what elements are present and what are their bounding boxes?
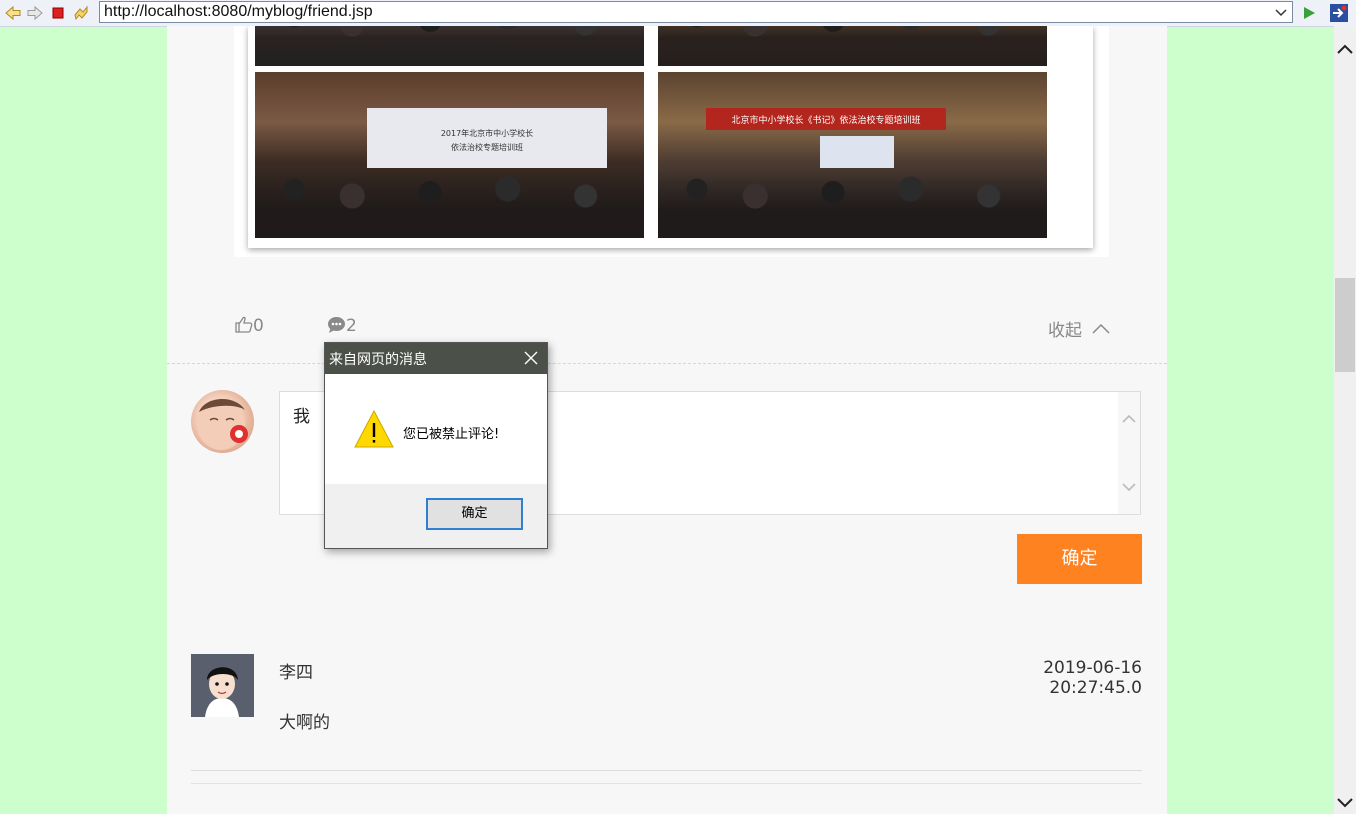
current-user-avatar <box>191 390 254 453</box>
stop-icon[interactable] <box>48 3 68 23</box>
thumbs-up-icon <box>235 316 253 333</box>
submit-comment-button[interactable]: 确定 <box>1017 534 1142 584</box>
screen-subtitle: 依法治校专题培训班 <box>451 143 523 152</box>
comment-author[interactable]: 李四 <box>279 658 313 683</box>
photo-top-left <box>255 26 644 66</box>
comment-count: 2 <box>346 316 357 336</box>
projection-screen: 2017年北京市中小学校长 依法治校专题培训班 <box>367 108 607 168</box>
scroll-down-icon[interactable] <box>1118 476 1140 498</box>
dialog-message: 您已被禁止评论! <box>403 427 500 442</box>
comment-bubble-icon <box>328 317 345 333</box>
scroll-up-icon[interactable] <box>1334 40 1356 60</box>
section-divider <box>167 363 1167 364</box>
chevron-down-icon[interactable] <box>1274 5 1288 19</box>
close-icon[interactable] <box>524 351 538 365</box>
back-icon[interactable] <box>3 3 23 23</box>
browser-toolbar: http://localhost:8080/myblog/friend.jsp <box>0 0 1356 27</box>
comment-button[interactable]: 2 <box>327 316 357 336</box>
collapse-label: 收起 <box>1048 321 1082 341</box>
photo-bottom-right: 北京市中小学校长《书记》依法治校专题培训班 <box>658 72 1047 238</box>
photo-bottom-left: 2017年北京市中小学校长 依法治校专题培训班 <box>255 72 644 238</box>
forward-icon[interactable] <box>25 3 45 23</box>
banner-text: 北京市中小学校长《书记》依法治校专题培训班 <box>731 116 921 126</box>
comment-divider-2 <box>191 783 1142 784</box>
comment-author-avatar <box>191 654 254 717</box>
warning-icon <box>354 409 394 448</box>
refresh-icon[interactable] <box>71 3 91 23</box>
address-text: http://localhost:8080/myblog/friend.jsp <box>104 3 373 20</box>
comment-divider <box>191 770 1142 771</box>
photo-top-right <box>658 26 1047 66</box>
comment-input-value: 我 <box>293 407 310 427</box>
screen-title: 2017年北京市中小学校长 <box>440 129 534 138</box>
comment-timestamp: 2019-06-16 20:27:45.0 <box>1043 658 1142 698</box>
like-count: 0 <box>253 316 264 336</box>
comment-input-scrollbar[interactable] <box>1118 392 1140 514</box>
app-logo-icon[interactable] <box>1329 3 1349 23</box>
dialog-title: 来自网页的消息 <box>329 352 427 368</box>
chevron-up-icon <box>1092 323 1110 334</box>
post-image: 2017年北京市中小学校长 依法治校专题培训班 北京市中小学校长《书记》依法治校… <box>234 26 1109 257</box>
go-icon[interactable] <box>1299 3 1319 23</box>
projection-screen-2 <box>820 136 894 168</box>
photo-collage: 2017年北京市中小学校长 依法治校专题培训班 北京市中小学校长《书记》依法治校… <box>248 26 1093 248</box>
address-bar[interactable]: http://localhost:8080/myblog/friend.jsp <box>99 1 1293 23</box>
dialog-ok-button[interactable]: 确定 <box>426 498 523 530</box>
collapse-button[interactable]: 收起 <box>1048 316 1111 341</box>
comment-text: 大啊的 <box>279 713 330 733</box>
scroll-up-icon[interactable] <box>1118 408 1140 430</box>
dialog-titlebar[interactable]: 来自网页的消息 <box>325 343 547 374</box>
blog-page: 2017年北京市中小学校长 依法治校专题培训班 北京市中小学校长《书记》依法治校… <box>167 26 1167 814</box>
scrollbar-thumb[interactable] <box>1335 278 1355 372</box>
event-banner: 北京市中小学校长《书记》依法治校专题培训班 <box>706 108 946 130</box>
dialog-body: 您已被禁止评论! <box>325 374 547 484</box>
like-button[interactable]: 0 <box>235 316 264 336</box>
alert-dialog: 来自网页的消息 您已被禁止评论! 确定 <box>324 342 548 549</box>
page-scrollbar[interactable] <box>1334 26 1356 814</box>
scroll-down-icon[interactable] <box>1334 792 1356 812</box>
